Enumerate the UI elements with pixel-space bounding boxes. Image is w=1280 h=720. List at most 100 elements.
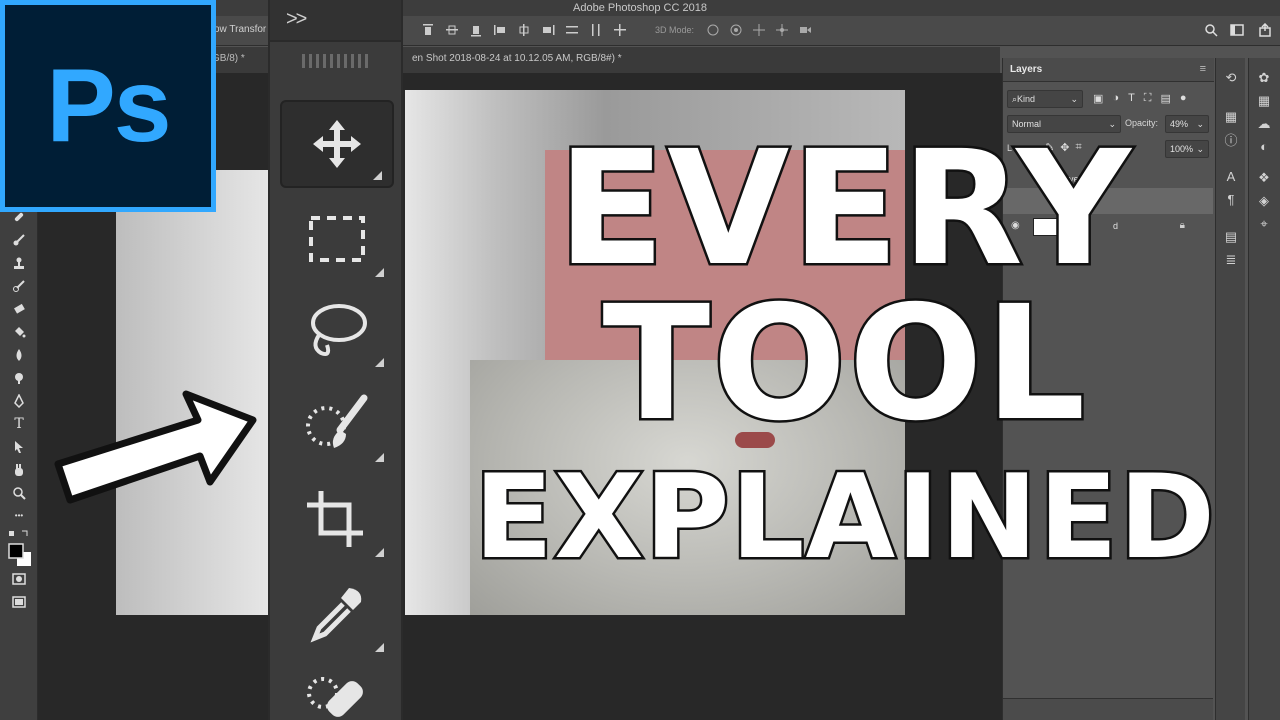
doc-tab-main[interactable]: en Shot 2018-08-24 at 10.12.05 AM, RGB/8… [412,53,622,64]
type-glyph: T [14,416,23,432]
image-filter-icon[interactable]: ▣ [1093,92,1103,105]
screen-mode-icon[interactable] [0,590,38,613]
flyout-indicator [373,171,382,180]
align-vcenter-icon[interactable] [444,22,460,38]
pen-icon[interactable] [0,389,38,412]
brush-icon[interactable] [0,228,38,251]
layers-tab[interactable]: Layers [1010,64,1042,75]
lasso-tool-icon [305,297,369,361]
layers-icon[interactable]: ◈ [1249,189,1279,212]
crop-tool-button[interactable] [280,475,394,563]
distribute-icon[interactable] [564,22,580,38]
adjustments-icon[interactable]: ◐ [1249,135,1279,158]
flyout-indicator [375,358,384,367]
distribute-icon[interactable] [588,22,604,38]
headline-line-3: EXPLAINED [440,460,1250,576]
flyout-indicator [375,453,384,462]
paint-bucket-icon[interactable] [0,320,38,343]
layers-footer [1003,698,1213,720]
move-tool-icon [307,114,367,174]
path-selection-icon[interactable] [0,435,38,458]
history-icon[interactable]: ⟲ [1216,66,1246,89]
eyedropper-tool-button[interactable] [280,570,394,658]
filter-kind-select[interactable]: ⌕Kind⌄ [1007,90,1083,108]
more-icon[interactable]: ••• [0,504,38,527]
marquee-tool-icon [307,214,367,264]
quick-selection-tool-icon [302,392,372,456]
expand-toolbar-icon[interactable]: >> [286,8,305,31]
workspace-icon[interactable] [1230,23,1246,40]
panel-icon-strip-2: ✿ ▦ ☁ ◐ ❖ ◈ ⌖ [1248,58,1280,720]
type-filter-icon[interactable]: T [1128,92,1135,105]
quick-mask-icon[interactable] [0,567,38,590]
swap-colors-icon[interactable] [0,527,38,541]
logo-text: Ps [46,47,169,166]
move-tool-button[interactable] [280,100,394,188]
filter-toggle-icon[interactable]: ● [1180,92,1187,105]
shape-filter-icon[interactable]: ⛶ [1144,92,1152,105]
history-brush-icon[interactable] [0,274,38,297]
marquee-tool-button[interactable] [280,195,394,283]
3d-mode-label: 3D Mode: [655,25,694,35]
paths-icon[interactable]: ⌖ [1249,212,1279,235]
quick-selection-tool-button[interactable] [280,380,394,468]
share-icon[interactable] [1258,23,1272,40]
align-left-icon[interactable] [492,22,508,38]
eraser-icon[interactable] [0,297,38,320]
search-icon[interactable] [1204,23,1218,40]
distribute-icon[interactable] [612,22,628,38]
toolbar-grip[interactable] [302,54,370,68]
type-icon[interactable]: T [0,412,38,435]
headline-line-2: TOOL [440,285,1250,443]
libraries-icon[interactable]: ☁ [1249,112,1279,135]
crop-tool-icon [305,489,369,549]
healing-brush-tool-button[interactable] [280,655,394,720]
align-icons-group [420,22,628,38]
align-top-icon[interactable] [420,22,436,38]
3d-icons-group [705,22,813,38]
layers-panel-header: Layers ≡ [1003,58,1214,82]
clone-stamp-icon[interactable] [0,251,38,274]
left-toolbar: T ••• [0,205,38,720]
zoom-icon[interactable] [0,481,38,504]
show-transform-label[interactable]: ow Transfor [214,24,266,35]
photoshop-logo: Ps [0,0,216,212]
filter-kind-value: Kind [1017,94,1035,104]
dodge-icon[interactable] [0,366,38,389]
hand-icon[interactable] [0,458,38,481]
more-glyph: ••• [15,511,23,520]
align-bottom-icon[interactable] [468,22,484,38]
healing-brush-tool-icon [305,667,369,720]
align-right-icon[interactable] [540,22,556,38]
scale-3d-icon[interactable] [797,22,813,38]
filter-icons: ▣ ◑ T ⛶ ▤ ● [1093,92,1187,105]
align-hcenter-icon[interactable] [516,22,532,38]
blur-icon[interactable] [0,343,38,366]
headline-line-1: EVERY [440,130,1250,288]
orbit-3d-icon[interactable] [705,22,721,38]
options-right-group [1204,23,1272,40]
channels-icon[interactable]: ❖ [1249,166,1279,189]
chevron-down-icon: ⌄ [1196,118,1204,130]
roll-3d-icon[interactable] [728,22,744,38]
zoomed-toolbar: >> [268,0,403,720]
chevron-down-icon: ⌄ [1070,93,1078,105]
app-title: Adobe Photoshop CC 2018 [573,2,707,14]
opacity-value: 49% [1170,119,1188,129]
eyedropper-tool-icon [305,582,369,646]
properties-icon[interactable]: ▦ [1216,105,1246,128]
adjustment-filter-icon[interactable]: ◑ [1112,92,1119,105]
doc-tab-left[interactable]: GB/8) * [212,53,245,64]
lasso-tool-button[interactable] [280,285,394,373]
photoshop-window: Adobe Photoshop CC 2018 ow Transfor 3D M… [0,0,1280,720]
swatches-icon[interactable]: ▦ [1249,89,1279,112]
panel-menu-icon[interactable]: ≡ [1200,63,1206,75]
flyout-indicator [375,548,384,557]
drag-3d-icon[interactable] [751,22,767,38]
slide-3d-icon[interactable] [774,22,790,38]
color-swatches-icon[interactable] [0,541,38,567]
smart-object-filter-icon[interactable]: ▤ [1161,92,1171,105]
color-icon[interactable]: ✿ [1249,66,1279,89]
toolbar-header: >> [270,0,401,42]
arrow-icon [48,372,263,532]
